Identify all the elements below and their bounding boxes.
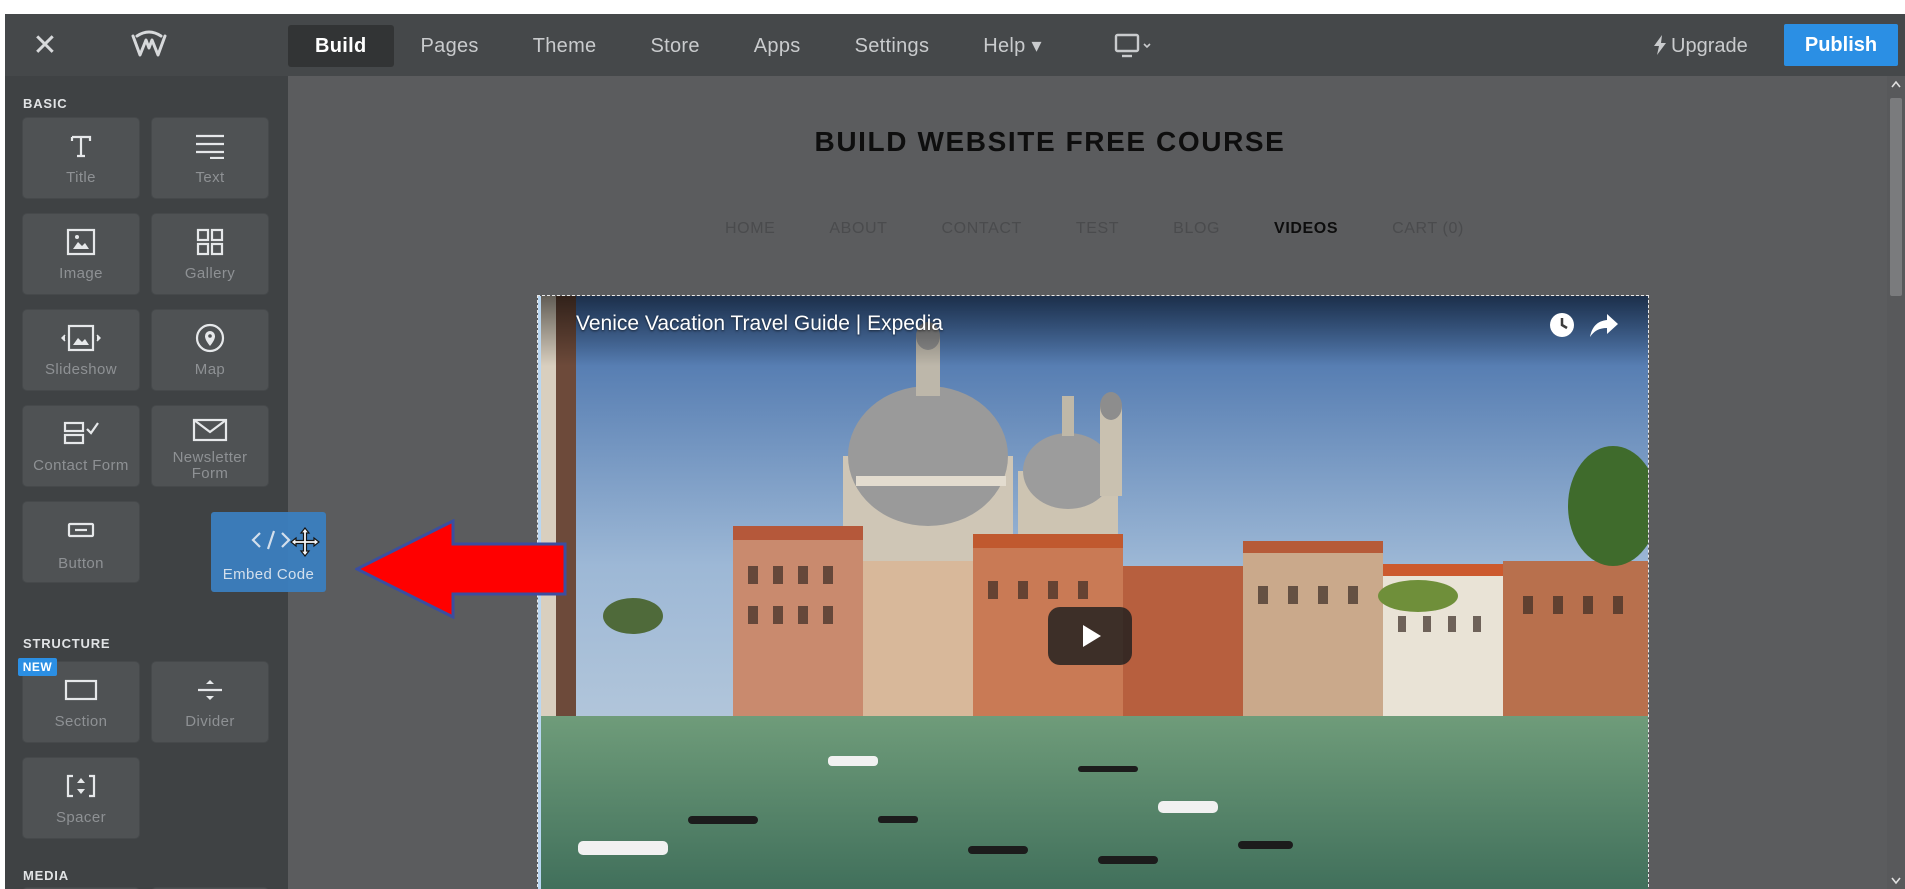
lightning-icon: [1654, 35, 1666, 55]
code-brackets-icon: [251, 530, 291, 550]
text-lines-icon: [152, 128, 268, 164]
nav-help[interactable]: Help ▾: [956, 25, 1069, 67]
watch-later-icon[interactable]: [1548, 311, 1576, 339]
image-icon: [23, 224, 139, 260]
video-thumbnail-venice: [538, 296, 1648, 889]
nav-pages[interactable]: Pages: [394, 25, 506, 67]
tile-label-line-1: Newsletter: [172, 449, 248, 466]
play-icon: [1083, 625, 1101, 647]
tile-label: Slideshow: [45, 361, 117, 378]
section-label-media: MEDIA: [23, 868, 69, 883]
tile-title[interactable]: Title: [23, 118, 139, 198]
tile-label: Image: [59, 265, 103, 282]
desktop-device-icon[interactable]: [1113, 31, 1153, 61]
site-nav-blog[interactable]: BLOG: [1173, 220, 1220, 238]
main-nav: Build Pages Theme Store Apps Settings He…: [288, 25, 1069, 67]
title-icon: [23, 128, 139, 164]
canvas-scrollbar[interactable]: [1887, 76, 1905, 889]
tile-button[interactable]: Button: [23, 502, 139, 582]
site-nav-cart[interactable]: CART (0): [1392, 220, 1464, 238]
slideshow-icon: [23, 320, 139, 356]
site-nav: HOME ABOUT CONTACT TEST BLOG VIDEOS CART…: [725, 220, 1518, 238]
envelope-icon: [152, 412, 268, 448]
section-icon: [23, 672, 139, 708]
tile-spacer[interactable]: Spacer: [23, 758, 139, 838]
tile-label: Contact Form: [33, 457, 129, 474]
embed-code-drag-tile[interactable]: Embed Code: [211, 512, 326, 592]
divider-icon: [152, 672, 268, 708]
drag-tile-label: Embed Code: [222, 566, 315, 583]
site-nav-videos[interactable]: VIDEOS: [1274, 220, 1338, 238]
video-embed[interactable]: Venice Vacation Travel Guide | Expedia: [537, 295, 1649, 889]
weebly-logo-icon[interactable]: [129, 30, 169, 60]
map-pin-icon: [152, 320, 268, 356]
editor-window: ✕ Build Pages Theme Store Apps Settings …: [5, 14, 1905, 889]
scrollbar-track: [1890, 80, 1902, 885]
tile-map[interactable]: Map: [152, 310, 268, 390]
tile-label: Divider: [185, 713, 235, 730]
site-title[interactable]: BUILD WEBSITE FREE COURSE: [550, 126, 1550, 158]
upgrade-label: Upgrade: [1671, 35, 1748, 57]
tile-label: Text: [195, 169, 225, 186]
new-badge: NEW: [18, 658, 57, 676]
section-label-basic: BASIC: [23, 96, 68, 111]
close-icon[interactable]: ✕: [27, 28, 63, 64]
site-nav-contact[interactable]: CONTACT: [942, 220, 1022, 238]
nav-build[interactable]: Build: [288, 25, 394, 67]
nav-store[interactable]: Store: [623, 25, 726, 67]
tile-slideshow[interactable]: Slideshow: [23, 310, 139, 390]
gallery-grid-icon: [152, 224, 268, 260]
share-icon[interactable]: [1589, 312, 1619, 338]
button-icon: [23, 512, 139, 548]
site-nav-home[interactable]: HOME: [725, 220, 775, 238]
nav-apps[interactable]: Apps: [727, 25, 828, 67]
tile-label: Spacer: [56, 809, 106, 826]
section-label-structure: STRUCTURE: [23, 636, 111, 651]
top-bar: ✕ Build Pages Theme Store Apps Settings …: [5, 14, 1905, 76]
video-title[interactable]: Venice Vacation Travel Guide | Expedia: [576, 312, 943, 336]
tile-label: Gallery: [184, 265, 236, 282]
play-button[interactable]: [1048, 607, 1132, 665]
upgrade-link[interactable]: Upgrade: [1653, 34, 1748, 58]
move-cursor-icon: [290, 527, 320, 557]
form-check-icon: [23, 416, 139, 452]
tile-text[interactable]: Text: [152, 118, 268, 198]
tile-label: Button: [58, 555, 104, 572]
tile-divider[interactable]: Divider: [152, 662, 268, 742]
elements-sidebar: BASIC Title Text Image Gallery Slideshow…: [5, 76, 288, 889]
tile-contact-form[interactable]: Contact Form: [23, 406, 139, 486]
nav-settings[interactable]: Settings: [828, 25, 957, 67]
tile-label: Section: [54, 713, 108, 730]
spacer-icon: [23, 768, 139, 804]
tile-image[interactable]: Image: [23, 214, 139, 294]
tile-label-line-2: Form: [191, 465, 229, 482]
tile-newsletter-form[interactable]: Newsletter Form: [152, 406, 268, 486]
tile-label: Map: [194, 361, 226, 378]
publish-button[interactable]: Publish: [1784, 24, 1898, 66]
nav-theme[interactable]: Theme: [506, 25, 624, 67]
site-nav-test[interactable]: TEST: [1076, 220, 1119, 238]
annotation-arrow-icon: [355, 519, 567, 619]
tile-label: Title: [66, 169, 96, 186]
tile-gallery[interactable]: Gallery: [152, 214, 268, 294]
site-nav-about[interactable]: ABOUT: [829, 220, 887, 238]
